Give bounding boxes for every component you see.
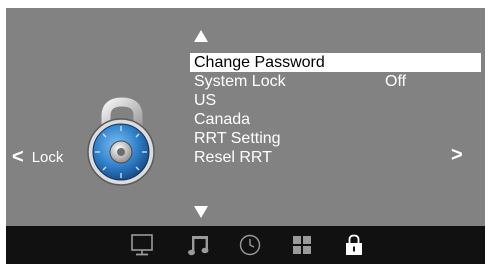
menu-item-label: Change Password xyxy=(194,54,325,71)
menu-item-system-lock[interactable]: System Lock Off xyxy=(190,72,481,91)
page-title: Lock xyxy=(31,148,64,166)
menu-item-us[interactable]: US xyxy=(190,91,481,110)
menu-item-resel-rrt[interactable]: Resel RRT xyxy=(190,148,481,167)
menu-item-label: System Lock xyxy=(194,73,286,90)
chevron-left-icon: < xyxy=(12,146,24,168)
tab-time[interactable] xyxy=(238,232,262,258)
tab-sound[interactable] xyxy=(187,232,211,258)
next-page-nav[interactable]: > xyxy=(451,145,463,165)
monitor-icon xyxy=(131,234,153,256)
menu-item-rrt-setting[interactable]: RRT Setting xyxy=(190,129,481,148)
menu-item-label: Resel RRT xyxy=(194,149,272,166)
menu-item-canada[interactable]: Canada xyxy=(190,110,481,129)
tab-lock[interactable] xyxy=(342,232,366,258)
music-note-icon xyxy=(188,236,209,256)
scroll-up-arrow-icon[interactable] xyxy=(194,30,208,42)
previous-page-nav[interactable]: < Lock xyxy=(12,147,63,167)
menu-item-label: Canada xyxy=(194,111,251,128)
scroll-down-arrow-icon[interactable] xyxy=(194,206,208,218)
settings-menu: Change Password System Lock Off US Canad… xyxy=(190,53,481,167)
menu-tab-bar xyxy=(6,226,485,264)
tab-setup[interactable] xyxy=(290,232,314,258)
menu-item-change-password[interactable]: Change Password xyxy=(190,53,481,72)
tab-picture[interactable] xyxy=(130,232,154,258)
clock-icon xyxy=(239,234,261,256)
grid-icon xyxy=(293,236,311,254)
chevron-right-icon: > xyxy=(451,144,463,166)
combination-lock-illustration xyxy=(87,97,155,186)
system-lock-value: Off xyxy=(385,73,407,90)
menu-item-label: US xyxy=(194,92,217,109)
menu-item-label: RRT Setting xyxy=(194,130,281,147)
lock-icon xyxy=(346,234,362,255)
